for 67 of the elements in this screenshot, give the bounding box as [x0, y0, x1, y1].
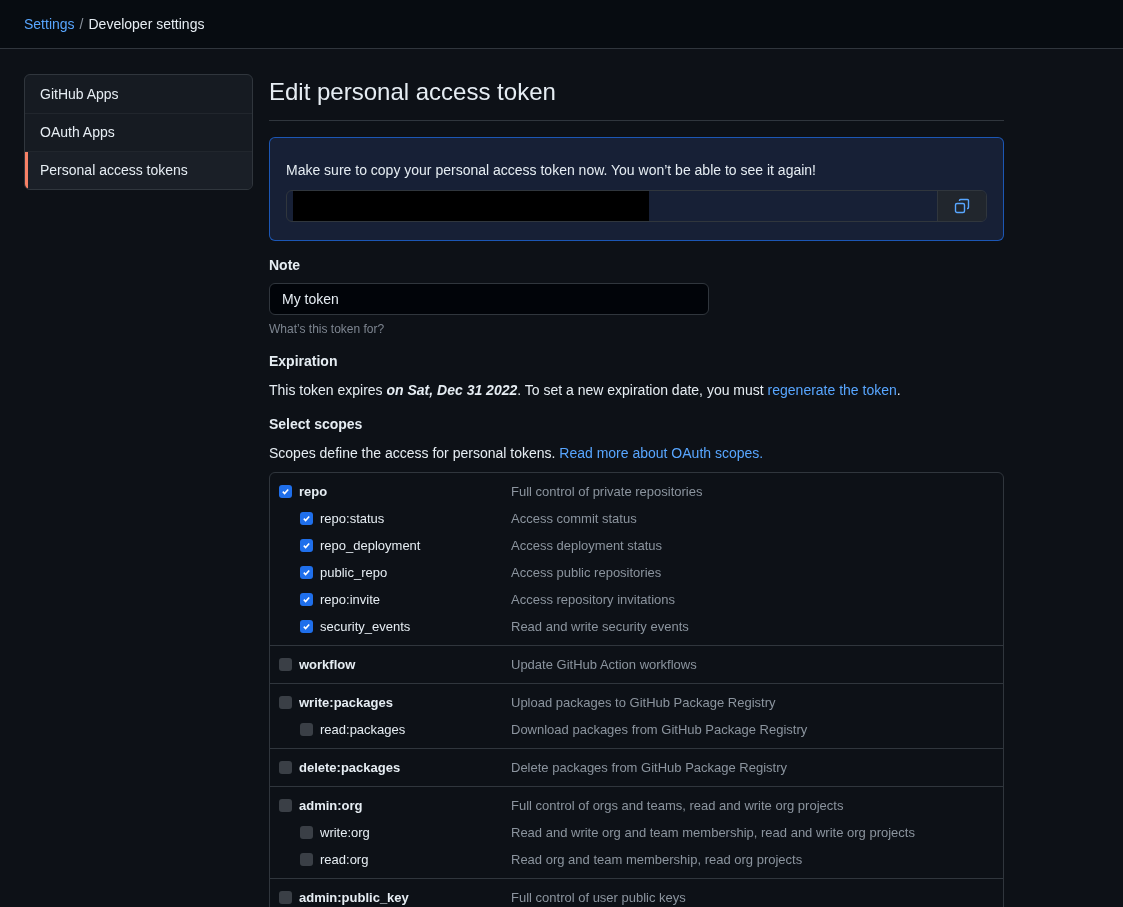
checkbox[interactable]	[300, 826, 313, 839]
sidebar-item[interactable]: GitHub Apps	[25, 75, 252, 113]
scope-name: public_repo	[320, 563, 388, 582]
expiration-text: This token expires on Sat, Dec 31 2022. To set a new expiration date, you must regenerate the token.	[269, 381, 902, 400]
scope-name: security_events	[320, 617, 411, 636]
scope-name: repo:status	[320, 509, 385, 528]
oauth-scopes-link[interactable]: Read more about OAuth scopes.	[559, 445, 764, 461]
checkbox[interactable]	[279, 696, 292, 709]
token-field[interactable]	[286, 190, 987, 222]
scope-description: Delete packages from GitHub Package Registry	[511, 758, 787, 777]
breadcrumb-current: Developer settings	[88, 14, 205, 34]
breadcrumb-link[interactable]: Settings	[24, 13, 75, 35]
flash-message: Make sure to copy your personal access token now. You won’t be able to see it again!	[286, 161, 817, 180]
scope-description: Read org and team membership, read org projects	[511, 850, 803, 869]
page-title: Edit personal access token	[269, 74, 1004, 121]
scope-description: Access public repositories	[511, 563, 662, 582]
scopes-description: Scopes define the access for personal tokens. Read more about OAuth scopes.	[269, 444, 765, 463]
checkbox[interactable]	[279, 799, 292, 812]
copy-icon	[954, 198, 970, 214]
scope-name: repo:invite	[320, 590, 380, 609]
scope-name: write:packages	[299, 693, 393, 712]
scope-name: admin:public_key	[299, 888, 409, 907]
check-icon	[302, 568, 311, 577]
scope-description: Full control of orgs and teams, read and write org projects	[511, 796, 844, 815]
check-icon	[302, 514, 311, 523]
checkbox[interactable]	[300, 539, 313, 552]
scope-name: delete:packages	[299, 758, 401, 777]
checkbox[interactable]	[279, 761, 292, 774]
scope-name: repo_deployment	[320, 536, 421, 555]
scope-description: Read and write org and team membership, read and write org projects	[511, 823, 915, 842]
note-input[interactable]: My token	[269, 283, 709, 315]
scope-name: write:org	[320, 823, 370, 842]
checkbox[interactable]	[279, 485, 292, 498]
check-icon	[302, 622, 311, 631]
note-hint: What’s this token for?	[269, 321, 386, 338]
scope-description: Access commit status	[511, 509, 637, 528]
scope-description: Read and write security events	[511, 617, 689, 636]
sidebar-item[interactable]: Personal access tokens	[25, 151, 252, 189]
copy-button[interactable]	[937, 191, 986, 221]
checkbox[interactable]	[300, 620, 313, 633]
check-icon	[302, 595, 311, 604]
scope-description: Update GitHub Action workflows	[511, 655, 697, 674]
check-icon	[281, 487, 290, 496]
checkbox[interactable]	[279, 891, 292, 904]
checkbox[interactable]	[300, 853, 313, 866]
scope-description: Upload packages to GitHub Package Registry	[511, 693, 776, 712]
breadcrumb-separator: /	[79, 14, 84, 34]
checkbox[interactable]	[300, 566, 313, 579]
scope-description: Full control of user public keys	[511, 888, 686, 907]
note-label: Note	[269, 256, 302, 275]
scope-name: read:packages	[320, 720, 406, 739]
scope-name: repo	[299, 482, 328, 501]
checkbox[interactable]	[300, 723, 313, 736]
checkbox[interactable]	[300, 512, 313, 525]
scope-description: Full control of private repositories	[511, 482, 703, 501]
scopes-label: Select scopes	[269, 415, 364, 434]
scope-description: Access repository invitations	[511, 590, 675, 609]
scope-name: workflow	[299, 655, 356, 674]
regenerate-link[interactable]: regenerate the token	[767, 382, 897, 398]
checkbox[interactable]	[279, 658, 292, 671]
scope-name: read:org	[320, 850, 369, 869]
scope-description: Access deployment status	[511, 536, 663, 555]
expiration-label: Expiration	[269, 352, 339, 371]
scope-name: admin:org	[299, 796, 363, 815]
check-icon	[302, 541, 311, 550]
scope-description: Download packages from GitHub Package Registry	[511, 720, 808, 739]
checkbox[interactable]	[300, 593, 313, 606]
